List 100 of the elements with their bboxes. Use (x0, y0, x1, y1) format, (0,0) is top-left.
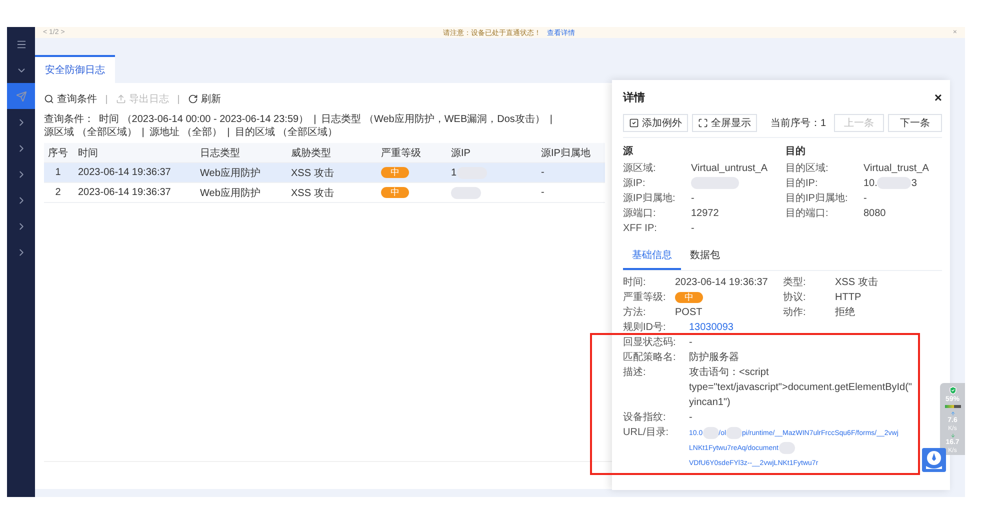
field-label: 源IP归属地: (623, 192, 676, 206)
field-label: 严重等级: (623, 290, 667, 305)
search-icon (44, 94, 54, 104)
field-label: 设备指纹: (623, 410, 667, 425)
tab[interactable]: 数据包 (681, 242, 729, 270)
field-value: - (864, 193, 867, 204)
field-label: 类型: (783, 276, 807, 290)
field-value: HTTP (835, 291, 862, 305)
redaction-blur (451, 186, 481, 198)
column-header: 时间 (77, 146, 99, 160)
table-cell-text: 1 (54, 167, 62, 178)
shield-icon (948, 386, 958, 395)
rule-id-link[interactable]: 13030093 (689, 320, 915, 335)
field-value: 防护服务器 (689, 350, 740, 365)
field-label: 时间: (623, 276, 647, 290)
table-cell-text: 2 (54, 187, 62, 198)
field-label: 源区域: (623, 162, 657, 176)
table-cell: 1 (451, 167, 457, 178)
tab[interactable]: 基础信息 (623, 242, 681, 270)
field-label: 目的端口: (786, 206, 830, 221)
field-label: 目的IP: (786, 177, 819, 191)
field-label: XFF IP: (623, 222, 658, 236)
table-cell-text: Web应用防护 (199, 186, 262, 200)
table-cell-text: Web应用防护 (199, 166, 262, 180)
separator: | (142, 126, 144, 139)
query-condition: 源区域 （全部区域） (44, 126, 137, 139)
severity-badge: 中 (675, 292, 703, 303)
separator: | (314, 113, 316, 126)
column-header: 严重等级 (380, 146, 422, 160)
upload-icon (116, 94, 126, 104)
separator: | (227, 126, 230, 139)
field-label: 动作: (783, 306, 807, 320)
drawer-title: 详情 (623, 90, 645, 104)
column-header: 日志类型 (199, 146, 241, 160)
current-index: 当前序号：1 (770, 116, 826, 130)
column-header: 源IP归属地 (540, 146, 592, 160)
section-heading: 目的 (786, 144, 806, 159)
table-cell-text: XSS 攻击 (290, 166, 335, 180)
field-value: Virtual_untrust_A (691, 163, 768, 174)
exception-button[interactable]: 添加例外 (623, 114, 688, 132)
field-label: 描述: (623, 366, 647, 380)
field-label: 规则ID号: (623, 321, 667, 335)
send-icon (16, 90, 26, 102)
separator: | (550, 113, 553, 126)
download-icon (950, 432, 956, 438)
close-button[interactable]: × (934, 90, 942, 104)
redaction-blur (778, 442, 794, 454)
field-label: 方法: (623, 306, 647, 320)
field-value: 10. (864, 178, 878, 189)
menu-icon (16, 38, 26, 50)
column-header: 威胁类型 (290, 146, 332, 160)
table-cell-text: - (540, 187, 546, 198)
field-value: 拒绝 (835, 306, 856, 320)
field-value: 攻击语句：<script type="text/javascript">document.getElementById("yincan1") (689, 366, 913, 410)
fullscreen-button[interactable]: 全屏显示 (692, 114, 757, 132)
field-label: 目的区域: (786, 162, 830, 176)
field-label: 源端口: (623, 206, 657, 221)
table-cell-text: 2023-06-14 19:36:37 (77, 187, 172, 198)
query-condition: 目的区域 （全部区域） (234, 126, 338, 139)
field-label: 目的IP归属地: (786, 192, 849, 206)
field-value: 12972 (691, 208, 719, 219)
field-value: XSS 攻击 (835, 276, 879, 290)
column-header: 序号 (47, 146, 69, 160)
severity-badge: 中 (381, 167, 409, 178)
checkbox-icon (629, 118, 639, 128)
field-label: 源IP: (623, 177, 646, 191)
field-value: - (689, 336, 694, 350)
field-value: POST (675, 306, 704, 320)
redaction-blur (726, 427, 742, 440)
query-label: 查询条件： (44, 113, 94, 126)
field-label: 匹配策略名: (623, 351, 677, 365)
field-label: URL/目录: (623, 426, 670, 440)
tab[interactable]: 安全防御日志 (35, 55, 115, 83)
search-button[interactable]: 查询条件 (44, 92, 97, 106)
query-condition: 日志类型 （Web应用防护，WEB漏洞，Dos攻击） (321, 113, 545, 126)
table-cell-text: XSS 攻击 (290, 186, 335, 200)
field-value: 2023-06-14 19:36:37 (675, 276, 769, 290)
next-button[interactable]: 下一条 (888, 114, 942, 132)
field-value: - (689, 411, 694, 425)
refresh-icon (188, 94, 198, 104)
field-label: 回显状态码: (623, 336, 677, 350)
assistant-avatar[interactable] (922, 448, 946, 472)
maximize-icon (698, 118, 708, 128)
query-condition: 时间 （2023-06-14 00:00 - 2023-06-14 23:59） (99, 113, 309, 126)
field-value: 8080 (864, 208, 886, 219)
section-heading: 源 (623, 144, 634, 159)
field-value: - (691, 193, 694, 204)
refresh-button[interactable]: 刷新 (188, 92, 221, 106)
field-value: - (691, 223, 694, 234)
table-row[interactable]: 1 2023-06-14 19:36:37 Web应用防护 XSS 攻击 中 1 - (44, 163, 605, 183)
severity-badge: 中 (381, 187, 409, 198)
field-value: 3 (911, 178, 917, 189)
table-cell-text: - (540, 167, 546, 178)
upload-icon (950, 410, 956, 416)
query-condition: 源地址 （全部） (149, 126, 222, 139)
column-header: 源IP (450, 146, 472, 160)
field-value: Virtual_trust_A (864, 163, 929, 174)
table-cell-text: 2023-06-14 19:36:37 (77, 167, 172, 178)
redaction-blur (702, 427, 719, 440)
field-label: 协议: (783, 290, 807, 305)
